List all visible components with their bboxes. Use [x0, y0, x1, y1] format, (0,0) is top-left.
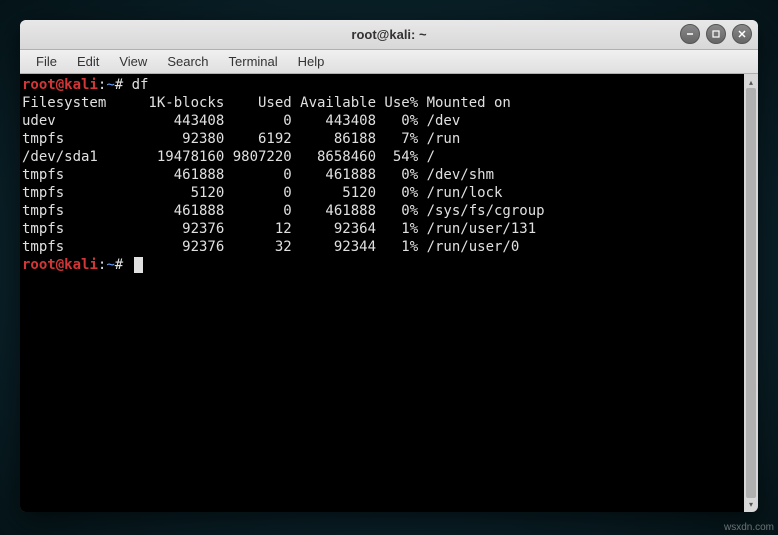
menu-edit[interactable]: Edit — [67, 52, 109, 71]
menu-help[interactable]: Help — [288, 52, 335, 71]
close-button[interactable] — [732, 24, 752, 44]
minimize-button[interactable] — [680, 24, 700, 44]
titlebar[interactable]: root@kali: ~ — [20, 20, 758, 50]
menu-view[interactable]: View — [109, 52, 157, 71]
cursor — [134, 257, 143, 273]
window-controls — [680, 24, 752, 44]
menu-terminal[interactable]: Terminal — [219, 52, 288, 71]
menu-file[interactable]: File — [26, 52, 67, 71]
terminal-window: root@kali: ~ File Edit View Search Termi… — [20, 20, 758, 512]
menu-search[interactable]: Search — [157, 52, 218, 71]
menubar: File Edit View Search Terminal Help — [20, 50, 758, 74]
minimize-icon — [685, 29, 695, 39]
maximize-button[interactable] — [706, 24, 726, 44]
scrollbar-thumb[interactable] — [746, 88, 756, 498]
terminal-area: root@kali:~# df Filesystem 1K-blocks Use… — [20, 74, 758, 512]
terminal-output[interactable]: root@kali:~# df Filesystem 1K-blocks Use… — [20, 74, 744, 512]
scroll-up-button[interactable]: ▴ — [745, 76, 757, 88]
close-icon — [737, 29, 747, 39]
watermark: wsxdn.com — [724, 522, 774, 533]
scrollbar[interactable]: ▴ ▾ — [744, 74, 758, 512]
window-title: root@kali: ~ — [351, 27, 426, 42]
maximize-icon — [711, 29, 721, 39]
scrollbar-track[interactable] — [744, 88, 758, 498]
scroll-down-button[interactable]: ▾ — [745, 498, 757, 510]
